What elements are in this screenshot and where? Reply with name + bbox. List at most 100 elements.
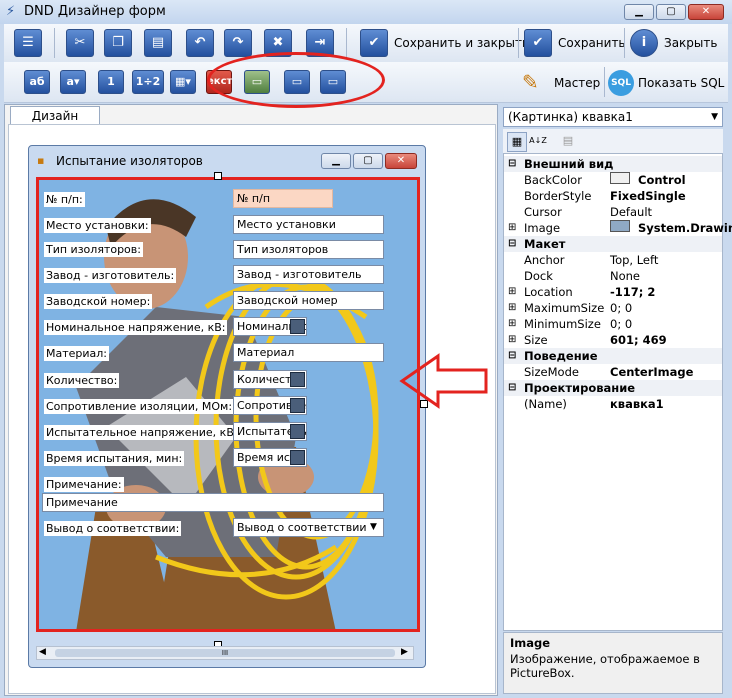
show-sql-button[interactable]: SQL Показать SQL: [608, 68, 724, 98]
property-value[interactable]: Top, Left: [610, 252, 658, 268]
property-row[interactable]: Dock None: [504, 268, 722, 284]
paste-icon[interactable]: ▤: [144, 29, 172, 57]
property-help: Image Изображение, отображаемое в Pictur…: [503, 632, 723, 694]
property-grid: ⊟ Внешний вид BackColor Control BorderStyl…: [503, 153, 732, 631]
property-name: Image: [524, 221, 561, 235]
close-label: Закрыть: [664, 36, 718, 50]
collapse-icon[interactable]: ⊟: [508, 348, 516, 364]
scroll-thumb[interactable]: III: [55, 649, 395, 657]
redo-icon[interactable]: ↷: [224, 29, 252, 57]
collapse-icon[interactable]: ⊟: [508, 236, 516, 252]
save-close-button[interactable]: ✔ Сохранить и закрыть: [360, 28, 529, 58]
property-value[interactable]: CenterImage: [610, 364, 693, 380]
property-value[interactable]: -117; 2: [610, 284, 655, 300]
categorized-icon[interactable]: ▦: [507, 132, 527, 152]
object-selector-value: (Картинка) квавка1: [508, 110, 633, 124]
property-row[interactable]: (Name) квавка1: [504, 396, 722, 412]
form-maximize-button[interactable]: ▢: [353, 153, 383, 169]
scroll-left-icon[interactable]: ◀: [39, 647, 46, 657]
property-value[interactable]: None: [610, 268, 640, 284]
category-row[interactable]: ⊟ Поведение: [504, 348, 722, 364]
check-icon: ✔: [360, 29, 388, 57]
collapse-icon[interactable]: ⊟: [508, 156, 516, 172]
object-selector[interactable]: (Картинка) квавка1 ▼: [503, 107, 723, 127]
property-value[interactable]: System.Drawing: [610, 220, 732, 236]
form-icon[interactable]: ☰: [14, 29, 42, 57]
range-icon[interactable]: 1÷2: [132, 70, 164, 94]
grid-icon[interactable]: ▦▾: [170, 70, 196, 94]
textbox-icon[interactable]: аб: [24, 70, 50, 94]
minimize-button[interactable]: ▁: [624, 4, 654, 20]
property-row[interactable]: ⊞ Size 601; 469: [504, 332, 722, 348]
copy-icon[interactable]: ❐: [104, 29, 132, 57]
property-value[interactable]: 601; 469: [610, 332, 667, 348]
check-icon: ✔: [524, 29, 552, 57]
category-name: Внешний вид: [524, 157, 614, 171]
color-swatch: [610, 172, 630, 184]
property-value-text: Control: [638, 173, 686, 187]
property-value-text: System.Drawing: [638, 221, 732, 235]
expand-icon[interactable]: ⊞: [508, 316, 516, 332]
expand-icon[interactable]: ⊞: [508, 300, 516, 316]
horizontal-scrollbar[interactable]: ◀ III ▶: [36, 646, 414, 660]
sql-icon: SQL: [608, 70, 634, 96]
scissors-icon[interactable]: ✂: [66, 29, 94, 57]
property-value[interactable]: 0; 0: [610, 316, 632, 332]
property-name: Dock: [524, 269, 553, 283]
property-name: Anchor: [524, 253, 565, 267]
master-button[interactable]: ✎ Мастер: [520, 68, 602, 98]
expand-icon[interactable]: ⊞: [508, 332, 516, 348]
property-row[interactable]: ⊞ Image System.Drawing: [504, 220, 732, 236]
category-row[interactable]: ⊟ Макет: [504, 236, 722, 252]
property-row[interactable]: SizeMode CenterImage: [504, 364, 722, 380]
property-row[interactable]: BackColor Control: [504, 172, 722, 188]
form-close-button[interactable]: ✕: [385, 153, 417, 169]
resize-handle[interactable]: [214, 172, 222, 180]
category-row[interactable]: ⊟ Внешний вид: [504, 156, 722, 172]
toolbar-separator: [346, 28, 347, 58]
property-row[interactable]: BorderStyle FixedSingle: [504, 188, 722, 204]
property-value[interactable]: Control: [610, 172, 686, 188]
toolbar-separator: [518, 28, 519, 58]
property-value[interactable]: квавка1: [610, 396, 664, 412]
property-name: BorderStyle: [524, 189, 592, 203]
arrow-left-icon: [399, 353, 488, 409]
tab-design-form[interactable]: Дизайн формы: [10, 106, 100, 141]
master-icon: ✎: [522, 70, 539, 94]
property-pages-icon[interactable]: ▤: [559, 132, 577, 150]
toolbar-separator: [624, 28, 625, 58]
sort-az-icon[interactable]: A↓Z: [529, 132, 547, 150]
category-name: Поведение: [524, 349, 598, 363]
category-row[interactable]: ⊟ Проектирование: [504, 380, 722, 396]
toolbar-separator: [54, 28, 55, 58]
close-button[interactable]: i Закрыть: [630, 28, 726, 58]
undo-icon[interactable]: ↶: [186, 29, 214, 57]
close-window-button[interactable]: ✕: [688, 4, 724, 20]
property-name: (Name): [524, 397, 567, 411]
property-row[interactable]: ⊞ MinimumSize 0; 0: [504, 316, 722, 332]
expand-icon[interactable]: ⊞: [508, 220, 516, 236]
form-minimize-button[interactable]: ▁: [321, 153, 351, 169]
save-button[interactable]: ✔ Сохранить: [524, 28, 626, 58]
property-name: BackColor: [524, 173, 582, 187]
property-value[interactable]: Default: [610, 204, 652, 220]
combo-icon[interactable]: a▾: [60, 70, 86, 94]
form-title: Испытание изоляторов: [56, 154, 203, 168]
scroll-right-icon[interactable]: ▶: [401, 647, 408, 657]
property-row[interactable]: ⊞ Location -117; 2: [504, 284, 722, 300]
property-value[interactable]: FixedSingle: [610, 188, 686, 204]
save-label: Сохранить: [558, 36, 626, 50]
property-row[interactable]: Anchor Top, Left: [504, 252, 722, 268]
collapse-icon[interactable]: ⊟: [508, 380, 516, 396]
expand-icon[interactable]: ⊞: [508, 284, 516, 300]
property-row[interactable]: ⊞ MaximumSize 0; 0: [504, 300, 722, 316]
main-toolbar: ☰ ✂ ❐ ▤ ↶ ↷ ✖ ⇥ ✔ Сохранить и закрыть ✔ …: [4, 24, 728, 63]
property-value[interactable]: 0; 0: [610, 300, 632, 316]
numeric-icon[interactable]: 1: [98, 70, 124, 94]
toolbar-separator: [604, 67, 605, 97]
form-window-icon: ▪: [37, 154, 45, 167]
maximize-button[interactable]: ▢: [656, 4, 686, 20]
property-row[interactable]: Cursor Default: [504, 204, 722, 220]
property-name: MaximumSize: [524, 301, 605, 315]
save-close-label: Сохранить и закрыть: [394, 36, 530, 50]
